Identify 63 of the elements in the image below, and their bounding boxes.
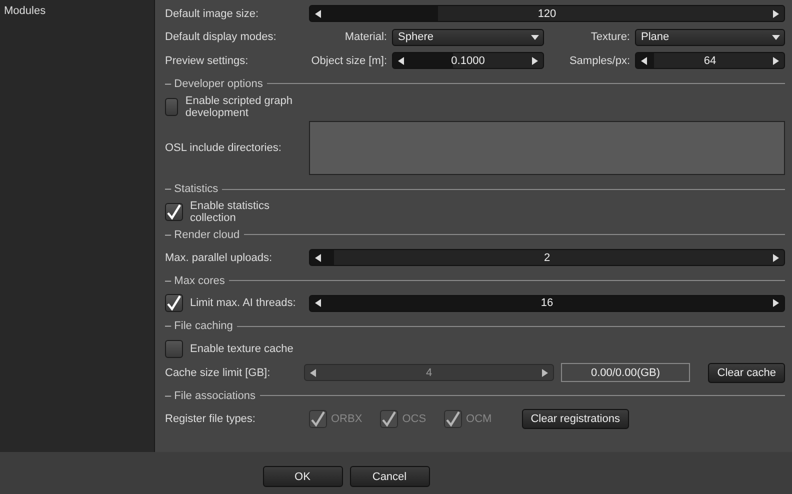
section-title: – Render cloud (165, 228, 240, 241)
right-arrow-icon[interactable] (773, 299, 779, 308)
file-type-label: ORBX (331, 412, 362, 425)
slider[interactable]: 120 (309, 5, 785, 22)
left-arrow-icon[interactable] (315, 10, 321, 18)
clear-registrations-button[interactable]: Clear registrations (522, 408, 629, 429)
section-title: – Statistics (165, 183, 218, 196)
setting-label: Register file types: (165, 412, 256, 425)
setting-label: Cache size limit [GB]: (165, 366, 272, 379)
check-icon (445, 410, 462, 427)
file-type-label: OCS (402, 412, 426, 425)
cache-usage-field: 0.00/0.00(GB) (561, 363, 690, 382)
slider-value: 4 (424, 366, 434, 379)
left-arrow-icon[interactable] (315, 254, 321, 262)
section-title: – File associations (165, 390, 256, 402)
dialog-button[interactable]: OK (262, 466, 342, 487)
setting-label: Max. parallel uploads: (165, 252, 274, 264)
setting-label: Enable scripted graph development (185, 94, 294, 119)
check-icon (381, 410, 398, 427)
slider-value: 16 (540, 297, 554, 310)
check-icon (166, 295, 182, 312)
section-title: – Developer options (165, 78, 263, 90)
setting-label: OSL include directories: (165, 142, 282, 154)
slider-value: 64 (702, 54, 718, 67)
field-label: Material: (344, 31, 387, 44)
left-arrow-icon[interactable] (315, 299, 321, 308)
slider[interactable]: 16 (309, 294, 785, 312)
right-arrow-icon[interactable] (532, 56, 538, 65)
left-arrow-icon[interactable] (641, 56, 647, 65)
sidebar-item[interactable]: Modules (0, 3, 50, 19)
slider[interactable]: 2 (309, 249, 785, 266)
check-icon (310, 410, 326, 427)
slider[interactable]: 64 (635, 52, 785, 70)
checkbox[interactable] (165, 340, 183, 358)
dropdown[interactable]: Plane (635, 28, 785, 46)
field-label: Samples/px: (568, 54, 630, 67)
setting-label: Enable statistics collection (190, 200, 270, 224)
field-label: Object size [m]: (310, 54, 387, 67)
checkbox[interactable] (165, 98, 178, 116)
setting-label: Default display modes: (165, 31, 278, 44)
dropdown-caret-icon (531, 34, 539, 40)
field-label: Texture: (590, 31, 630, 44)
slider[interactable]: 0.1000 (392, 52, 544, 70)
setting-label: Enable texture cache (190, 342, 294, 355)
setting-label: Default image size: (165, 8, 260, 20)
slider-value: 2 (542, 252, 552, 264)
left-arrow-icon[interactable] (398, 56, 404, 65)
right-arrow-icon[interactable] (773, 10, 779, 18)
dropdown[interactable]: Sphere (392, 28, 544, 46)
section-title: – File caching (165, 320, 233, 332)
dialog-button[interactable]: Cancel (350, 466, 430, 487)
setting-label: Preview settings: (165, 54, 250, 67)
section-title: – Max cores (165, 274, 225, 287)
checkbox[interactable] (165, 203, 183, 222)
check-icon (166, 204, 182, 220)
right-arrow-icon[interactable] (773, 254, 779, 262)
dropdown-caret-icon (772, 34, 780, 40)
file-type-label: OCM (466, 412, 492, 425)
right-arrow-icon[interactable] (773, 56, 779, 65)
checkbox[interactable] (165, 294, 183, 312)
slider-value: 0.1000 (450, 54, 486, 67)
setting-label: Limit max. AI threads: (190, 297, 296, 310)
slider-value: 120 (536, 8, 558, 20)
